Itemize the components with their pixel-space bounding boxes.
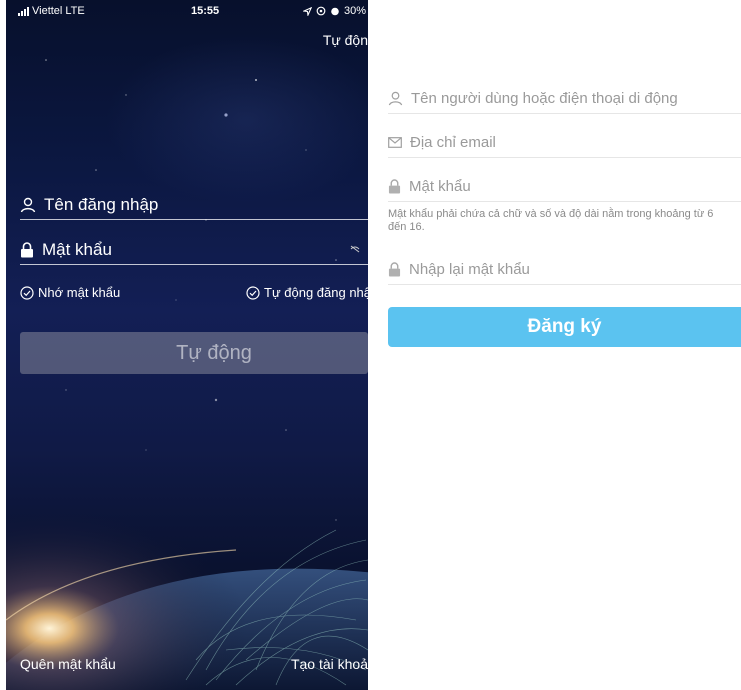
carrier-name: Viettel: [32, 5, 63, 17]
login-button-label: Tự động: [176, 341, 252, 364]
password-placeholder: Mật khẩu: [42, 239, 112, 259]
status-bar: Viettel LTE 15:55 30%: [6, 0, 368, 22]
register-button-label: Đăng ký: [527, 316, 602, 337]
status-time: 15:55: [191, 5, 220, 17]
password-field[interactable]: Mật khẩu: [388, 172, 741, 202]
password-placeholder: Mật khẩu: [409, 178, 471, 195]
email-placeholder: Địa chỉ email: [410, 134, 496, 151]
username-or-phone-placeholder: Tên người dùng hoặc điện thoại di động: [411, 90, 678, 107]
username-field[interactable]: Tên đăng nhập: [20, 190, 368, 220]
login-button[interactable]: Tự động: [20, 332, 368, 374]
signal-strength-icon: [18, 6, 29, 16]
check-circle-icon: [20, 285, 34, 300]
lock-icon: [388, 262, 401, 277]
password-field[interactable]: Mật khẩu: [20, 235, 368, 265]
auto-login-label: Tự động đăng nhậ: [264, 285, 368, 300]
auto-top-link[interactable]: Tự độn: [323, 32, 368, 48]
envelope-icon: [388, 137, 402, 148]
confirm-password-placeholder: Nhập lại mật khẩu: [409, 261, 530, 278]
register-button[interactable]: Đăng ký: [388, 307, 741, 347]
forgot-password-link[interactable]: Quên mật khẩu: [20, 656, 116, 672]
battery-percent: 30%: [343, 5, 366, 17]
email-field[interactable]: Địa chỉ email: [388, 128, 741, 158]
remember-password-checkbox[interactable]: Nhớ mật khẩu: [20, 285, 120, 300]
lock-icon: [21, 241, 33, 257]
alarm-icon: [331, 7, 339, 16]
network-type: LTE: [65, 5, 85, 17]
show-password-icon[interactable]: [350, 245, 360, 253]
username-or-phone-field[interactable]: Tên người dùng hoặc điện thoại di động: [388, 84, 741, 114]
confirm-password-field[interactable]: Nhập lại mật khẩu: [388, 255, 741, 285]
lock-icon: [388, 179, 401, 194]
login-screen: Viettel LTE 15:55 30% Tự độn Tên đăng nh…: [6, 0, 368, 690]
create-account-link[interactable]: Tạo tài khoả: [291, 656, 368, 672]
username-placeholder: Tên đăng nhập: [44, 194, 159, 214]
remember-password-label: Nhớ mật khẩu: [38, 285, 121, 300]
auto-login-checkbox[interactable]: Tự động đăng nhậ: [246, 285, 368, 300]
check-circle-icon: [246, 285, 260, 300]
orientation-lock-icon: [316, 6, 326, 16]
register-panel: Tên người dùng hoặc điện thoại di động Đ…: [388, 0, 741, 690]
user-icon: [20, 197, 36, 212]
password-requirement-hint: Mật khẩu phải chứa cả chữ và số và độ dà…: [388, 208, 714, 233]
user-icon: [388, 91, 403, 106]
location-arrow-icon: [302, 6, 312, 16]
